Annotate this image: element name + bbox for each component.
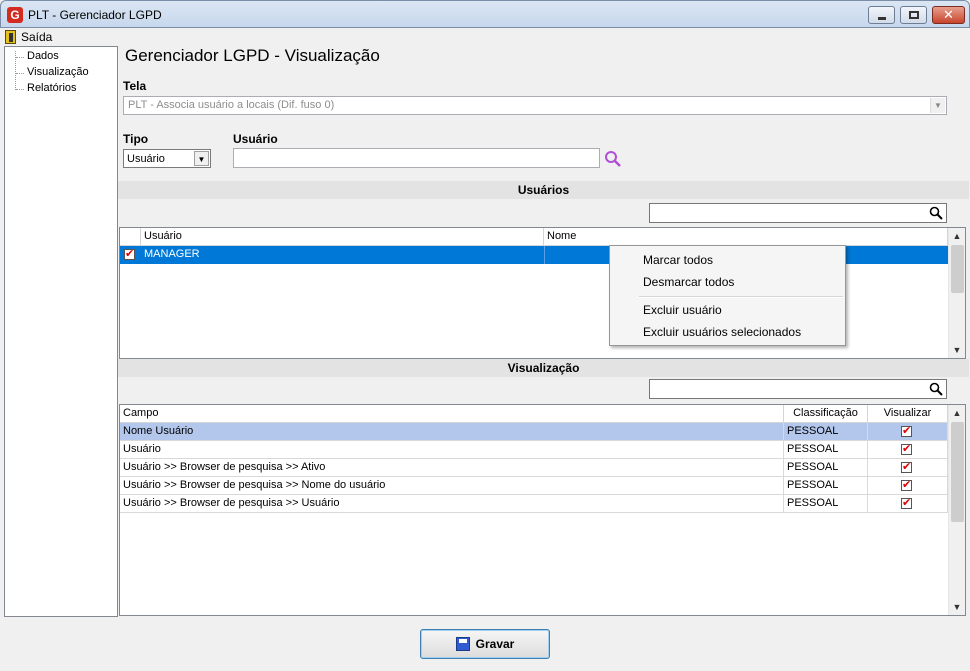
context-menu-item-unmark-all[interactable]: Desmarcar todos: [643, 275, 734, 289]
exit-door-icon: [5, 29, 16, 44]
table-cell-visualizar: [868, 459, 948, 477]
view-search-input[interactable]: [649, 379, 947, 399]
tree-item-visualizacao[interactable]: Visualização: [27, 66, 89, 78]
tipo-select-value: Usuário: [127, 153, 165, 165]
tela-select[interactable]: PLT - Associa usuário a locais (Dif. fus…: [123, 96, 947, 115]
view-grid: Campo Classificação Visualizar Nome Usuá…: [119, 404, 966, 616]
table-cell-usuario: MANAGER: [144, 248, 200, 260]
view-grid-header-classificacao[interactable]: Classificação: [784, 405, 868, 423]
search-icon[interactable]: [929, 206, 943, 220]
visualizar-checkbox[interactable]: [901, 424, 912, 437]
table-cell-visualizar: [868, 495, 948, 513]
minimize-icon: [878, 17, 886, 20]
maximize-button[interactable]: [900, 6, 927, 24]
visualizar-checkbox[interactable]: [901, 442, 912, 455]
table-cell-classificacao: PESSOAL: [784, 477, 868, 495]
minimize-button[interactable]: [868, 6, 895, 24]
menu-bar: Saída: [1, 28, 969, 45]
save-button[interactable]: Gravar: [420, 629, 550, 659]
window-title: PLT - Gerenciador LGPD: [28, 8, 162, 22]
tree-connector-tick: [16, 57, 24, 58]
table-cell-classificacao: PESSOAL: [784, 459, 868, 477]
search-icon[interactable]: [604, 150, 622, 168]
tipo-label: Tipo: [123, 132, 149, 146]
menu-item-exit[interactable]: Saída: [5, 29, 52, 44]
users-grid-header-nome[interactable]: Nome: [544, 228, 948, 246]
table-cell-classificacao: PESSOAL: [784, 423, 868, 441]
chevron-down-icon[interactable]: ▼: [930, 98, 945, 113]
tree-connector-tick: [16, 73, 24, 74]
usuario-label: Usuário: [233, 132, 278, 146]
close-icon: ✕: [943, 7, 954, 22]
navigation-tree: Dados Visualização Relatórios: [4, 46, 118, 617]
scroll-up-icon[interactable]: ▲: [949, 405, 965, 421]
context-menu: Marcar todos Desmarcar todos Excluir usu…: [609, 245, 846, 346]
table-cell-campo: Usuário >> Browser de pesquisa >> Ativo: [120, 459, 784, 477]
tree-connector-tick: [16, 89, 24, 90]
view-grid-header-campo[interactable]: Campo: [120, 405, 784, 423]
table-cell-campo: Nome Usuário: [120, 423, 784, 441]
context-menu-item-delete-selected[interactable]: Excluir usuários selecionados: [643, 325, 801, 339]
column-divider: [544, 246, 545, 264]
tree-item-dados[interactable]: Dados: [27, 50, 59, 62]
view-grid-header-visualizar[interactable]: Visualizar: [868, 405, 948, 423]
chevron-down-icon[interactable]: ▼: [194, 151, 209, 166]
visualizar-checkbox[interactable]: [901, 478, 912, 491]
users-search-input[interactable]: [649, 203, 947, 223]
floppy-disk-icon: [455, 637, 470, 651]
visualizar-checkbox[interactable]: [901, 496, 912, 509]
view-section-header: Visualização: [118, 359, 969, 377]
table-cell-classificacao: PESSOAL: [784, 441, 868, 459]
users-grid-scrollbar[interactable]: ▲ ▼: [948, 228, 965, 358]
row-checkbox[interactable]: [124, 247, 135, 260]
users-grid-header-usuario[interactable]: Usuário: [141, 228, 544, 246]
tela-select-value: PLT - Associa usuário a locais (Dif. fus…: [128, 99, 335, 111]
scroll-up-icon[interactable]: ▲: [949, 228, 965, 244]
table-cell-campo: Usuário: [120, 441, 784, 459]
context-menu-item-mark-all[interactable]: Marcar todos: [643, 253, 713, 267]
table-cell-campo: Usuário >> Browser de pesquisa >> Usuári…: [120, 495, 784, 513]
tree-item-relatorios[interactable]: Relatórios: [27, 82, 77, 94]
scrollbar-thumb[interactable]: [951, 422, 964, 522]
tela-label: Tela: [123, 79, 147, 93]
search-icon[interactable]: [929, 382, 943, 396]
table-cell-visualizar: [868, 477, 948, 495]
app-logo-icon: G: [7, 7, 23, 23]
users-grid-check-header: [120, 228, 141, 246]
title-bar: G PLT - Gerenciador LGPD ✕: [0, 0, 970, 28]
page-title: Gerenciador LGPD - Visualização: [125, 46, 380, 65]
scroll-down-icon[interactable]: ▼: [949, 342, 965, 358]
table-cell-campo: Usuário >> Browser de pesquisa >> Nome d…: [120, 477, 784, 495]
users-section-header: Usuários: [118, 181, 969, 199]
visualizar-checkbox[interactable]: [901, 460, 912, 473]
view-grid-scrollbar[interactable]: ▲ ▼: [948, 405, 965, 615]
table-cell-visualizar: [868, 423, 948, 441]
tipo-select[interactable]: Usuário ▼: [123, 149, 211, 168]
context-menu-separator: [639, 296, 843, 298]
maximize-icon: [909, 11, 919, 19]
usuario-input[interactable]: [233, 148, 600, 168]
context-menu-item-delete-user[interactable]: Excluir usuário: [643, 303, 722, 317]
scrollbar-thumb[interactable]: [951, 245, 964, 293]
table-cell-visualizar: [868, 441, 948, 459]
scroll-down-icon[interactable]: ▼: [949, 599, 965, 615]
save-button-label: Gravar: [475, 637, 515, 651]
close-button[interactable]: ✕: [932, 6, 965, 24]
menu-item-exit-label: Saída: [21, 29, 53, 44]
table-cell-classificacao: PESSOAL: [784, 495, 868, 513]
